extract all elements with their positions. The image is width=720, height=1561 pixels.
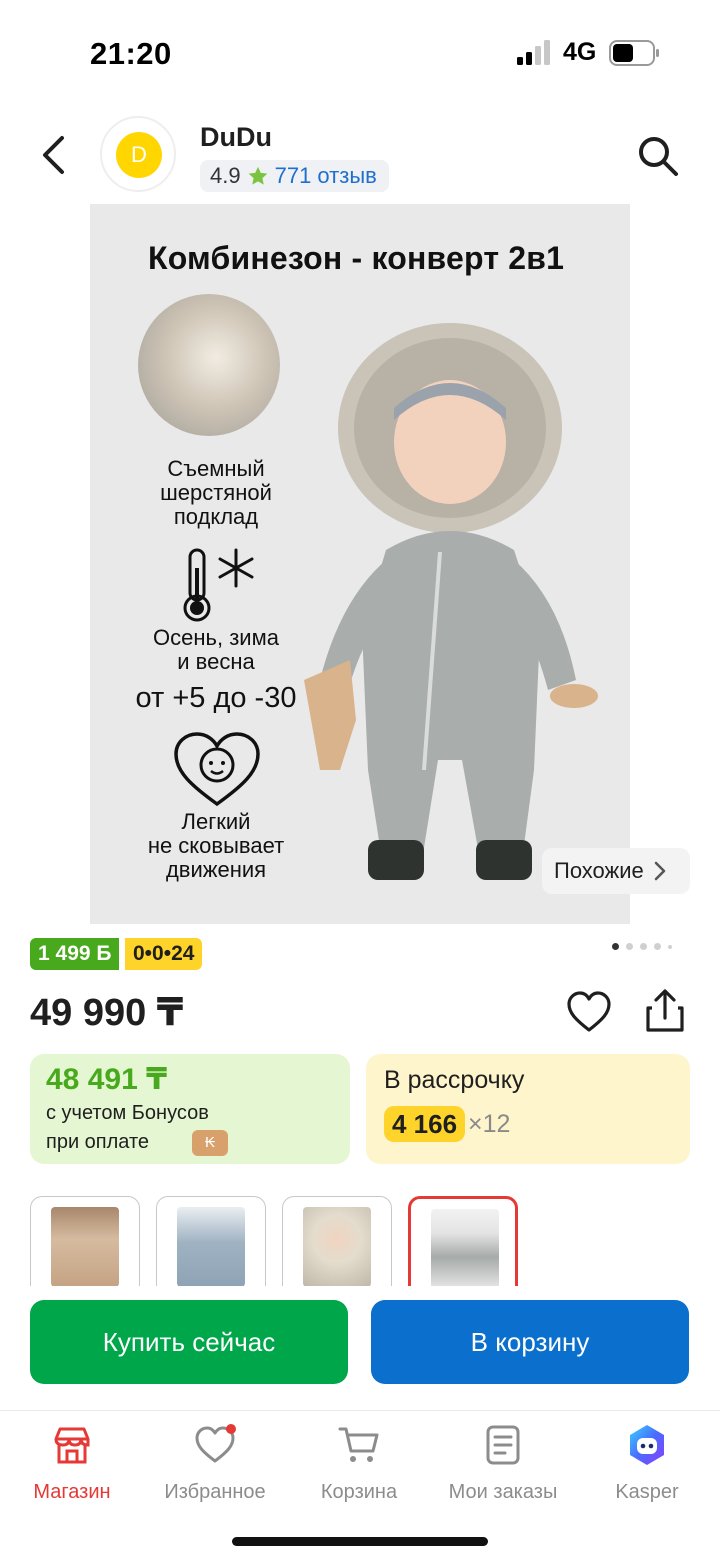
shop-icon [54,1427,90,1464]
baby-jumpsuit-photo [304,323,598,880]
battery-icon [609,40,659,66]
tab-cart[interactable]: Корзина [289,1423,429,1504]
installment-multiplier: ×12 [468,1110,511,1138]
kasper-assistant-icon [630,1425,664,1465]
share-icon[interactable] [642,988,688,1034]
kaspi-coin-icon: ₭ [192,1130,228,1156]
pagination-dot [668,944,672,949]
product-thumbnail[interactable] [282,1196,392,1286]
similar-products-button[interactable]: Похожие [542,848,690,894]
reviews-link[interactable]: 771 отзыв [275,163,377,189]
baby-heart-icon [174,732,260,807]
product-thumbnail[interactable] [30,1196,140,1286]
installment-title: В рассрочку [384,1066,525,1094]
buy-now-button[interactable]: Купить сейчас [30,1300,348,1384]
heart-icon [195,1424,236,1463]
tab-label: Мои заказы [448,1481,558,1503]
tab-favorites[interactable]: Избранное [145,1423,285,1504]
feature-lining-text: Съемный шерстяной подклад [160,456,272,529]
orders-icon [486,1425,520,1465]
favorite-heart-icon[interactable] [566,990,612,1034]
tab-label: Kasper [615,1481,679,1503]
seller-logo-letter: D [116,132,162,178]
tab-label: Корзина [320,1481,398,1503]
bonus-price-amount: 48 491 ₸ [46,1063,167,1096]
tab-shop[interactable]: Магазин [2,1423,142,1504]
feature-seasons-text: Осень, зима и весна [153,625,279,674]
similar-label: Похожие [554,858,644,883]
product-image-title: Комбинезон - конверт 2в1 [148,240,565,276]
gallery-pagination [612,943,672,950]
product-thumbnail[interactable] [156,1196,266,1286]
search-icon[interactable] [634,132,682,180]
back-arrow-icon[interactable] [30,130,80,180]
seller-rating[interactable]: 4.9 771 отзыв [200,160,389,192]
bonus-price-caption: с учетом Бонусов [46,1102,209,1124]
tab-label: Избранное [164,1481,266,1503]
feature-light-text: Легкий не сковывает движения [147,809,285,882]
chevron-right-icon [654,861,666,881]
star-icon [248,166,267,185]
bonus-price-caption-2: при оплате [46,1131,150,1153]
product-price: 49 990 ₸ [30,992,184,1034]
tab-kasper[interactable]: Kasper [577,1423,717,1504]
network-type: 4G [563,38,597,66]
installment-badge: 0•0•24 [125,938,203,970]
rating-score: 4.9 [210,163,241,188]
installment-card[interactable]: В рассрочку 4 166 ×12 [366,1054,690,1164]
store-header: D DuDu 4.9 771 отзыв [0,110,720,202]
bonus-price-card[interactable]: 48 491 ₸ с учетом Бонусов при оплате ₭ [30,1054,350,1164]
status-bar: 21:20 4G [0,0,720,100]
installment-amount: 4 166 [384,1106,466,1142]
thermometer-snowflake-icon [183,548,254,622]
tab-label: Магазин [33,1481,111,1503]
lining-detail-photo [138,294,280,436]
bonus-badge: 1 499 Б [30,938,120,970]
status-time: 21:20 [90,36,172,71]
pagination-dot [640,943,647,950]
home-indicator [232,1537,488,1546]
product-image[interactable]: Комбинезон - конверт 2в1 Съемный шерстян… [90,204,630,924]
feature-temperature-text: от +5 до -30 [135,682,297,714]
cart-icon [338,1427,379,1462]
seller-name[interactable]: DuDu [200,122,272,153]
cellular-signal-icon [517,40,550,65]
pagination-dot [626,943,633,950]
product-thumbnail-selected[interactable] [408,1196,518,1286]
seller-logo[interactable]: D [100,116,176,192]
tab-orders[interactable]: Мои заказы [433,1423,573,1504]
pagination-dot [654,943,661,950]
pagination-dot [612,943,619,950]
add-to-cart-button[interactable]: В корзину [371,1300,689,1384]
